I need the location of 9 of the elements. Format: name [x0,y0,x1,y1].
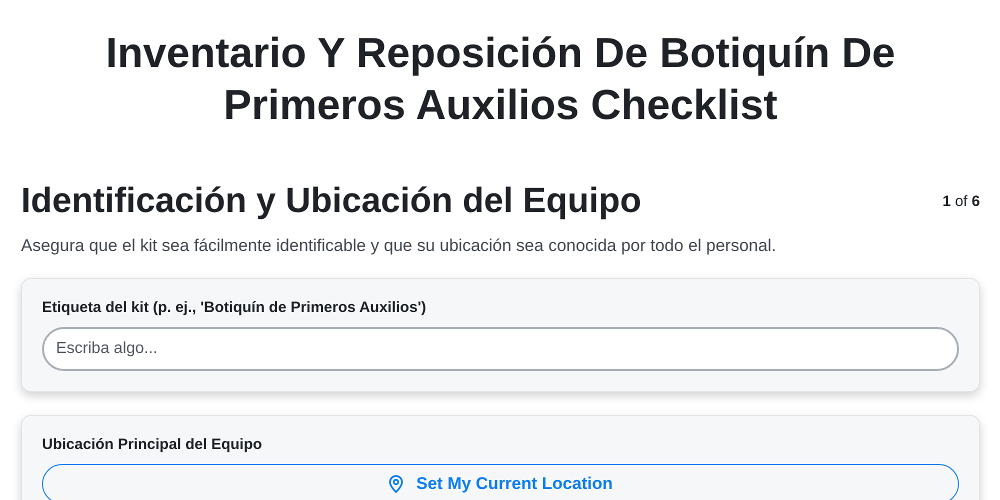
question-label: Ubicación Principal del Equipo [42,436,264,453]
page-title: Inventario Y Reposición De Botiquín De Primeros Auxilios Checklist [104,28,896,130]
section-description: Asegura que el kit sea fácilmente identificable y que su ubicación sea conocida por todo el personal. [21,236,778,256]
question-label: Etiqueta del kit (p. ej., 'Botiquín de Primeros Auxilios') [42,299,428,316]
location-button[interactable]: Set My Current Location [42,464,959,500]
text-input[interactable]: Escriba algo... [42,327,959,371]
step-counter: 1 of 6 [942,192,980,210]
section-heading: Identificación y Ubicación del Equipo [21,180,642,222]
map-pin-icon [388,475,404,493]
